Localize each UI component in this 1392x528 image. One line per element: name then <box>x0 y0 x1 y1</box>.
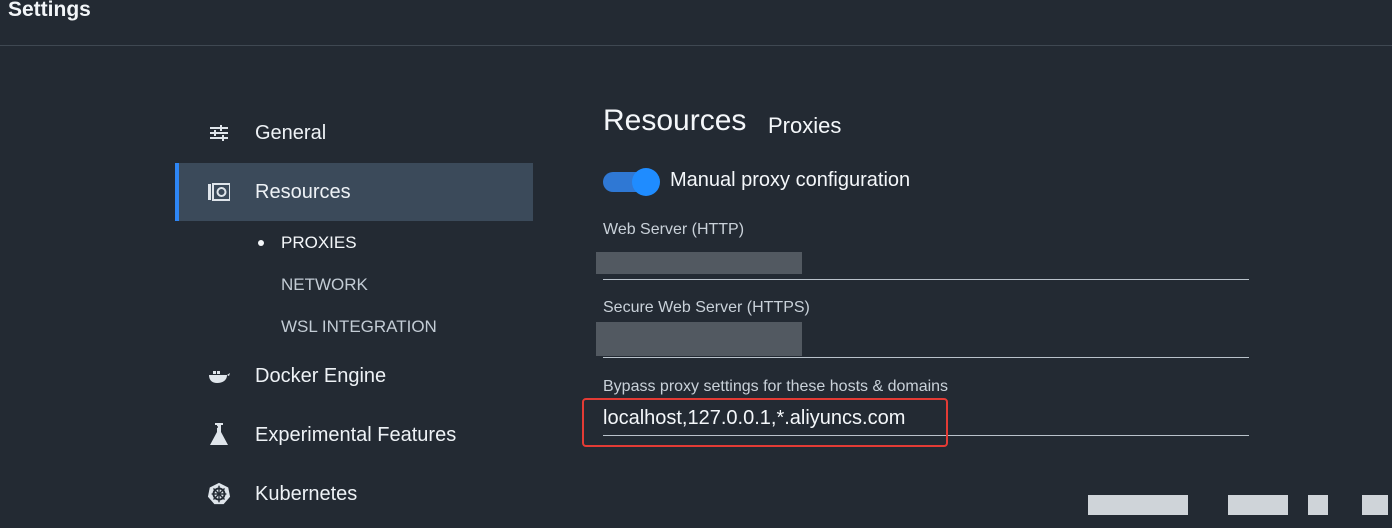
sidebar-subitem-network[interactable]: NETWORK <box>281 275 368 295</box>
sidebar-item-label: General <box>255 121 327 144</box>
whale-icon <box>207 364 231 388</box>
sidebar-item-label: Resources <box>255 180 351 203</box>
redacted-block <box>596 322 802 356</box>
sidebar-subitem-proxies[interactable]: PROXIES <box>281 233 357 253</box>
sidebar-item-experimental-features[interactable]: Experimental Features <box>175 406 533 464</box>
page-title: Resources <box>603 104 747 137</box>
window-title: Settings <box>8 0 91 21</box>
sliders-icon <box>207 121 231 145</box>
flask-icon <box>207 423 231 447</box>
title-bar: Settings <box>0 0 1392 46</box>
current-item-bullet <box>258 240 264 246</box>
sidebar-item-docker-engine[interactable]: Docker Engine <box>175 347 533 405</box>
toggle-knob <box>632 168 660 196</box>
settings-window: Settings General Resources PROXIES NETWO… <box>0 0 1392 528</box>
sidebar-item-general[interactable]: General <box>175 104 533 162</box>
sidebar-item-resources[interactable]: Resources <box>175 163 533 221</box>
redacted-block <box>596 252 802 274</box>
sidebar-item-kubernetes[interactable]: Kubernetes <box>175 465 533 523</box>
redacted-watermark <box>1308 495 1328 515</box>
highlight-box <box>582 398 948 447</box>
http-field-label: Web Server (HTTP) <box>603 221 745 238</box>
helm-icon <box>207 482 231 506</box>
redacted-watermark <box>1088 495 1188 515</box>
redacted-watermark <box>1362 495 1388 515</box>
sidebar-item-label: Experimental Features <box>255 423 457 446</box>
camera-icon <box>207 180 231 204</box>
sidebar-item-label: Kubernetes <box>255 482 358 505</box>
bypass-field-label: Bypass proxy settings for these hosts & … <box>603 378 949 395</box>
sidebar-item-label: Docker Engine <box>255 364 387 387</box>
redacted-watermark <box>1228 495 1288 515</box>
page-subtitle: Proxies <box>768 113 842 138</box>
https-field-label: Secure Web Server (HTTPS) <box>603 299 810 316</box>
sidebar-subitem-wsl-integration[interactable]: WSL INTEGRATION <box>281 317 437 337</box>
manual-proxy-toggle[interactable] <box>603 168 660 196</box>
manual-proxy-label: Manual proxy configuration <box>670 169 911 191</box>
